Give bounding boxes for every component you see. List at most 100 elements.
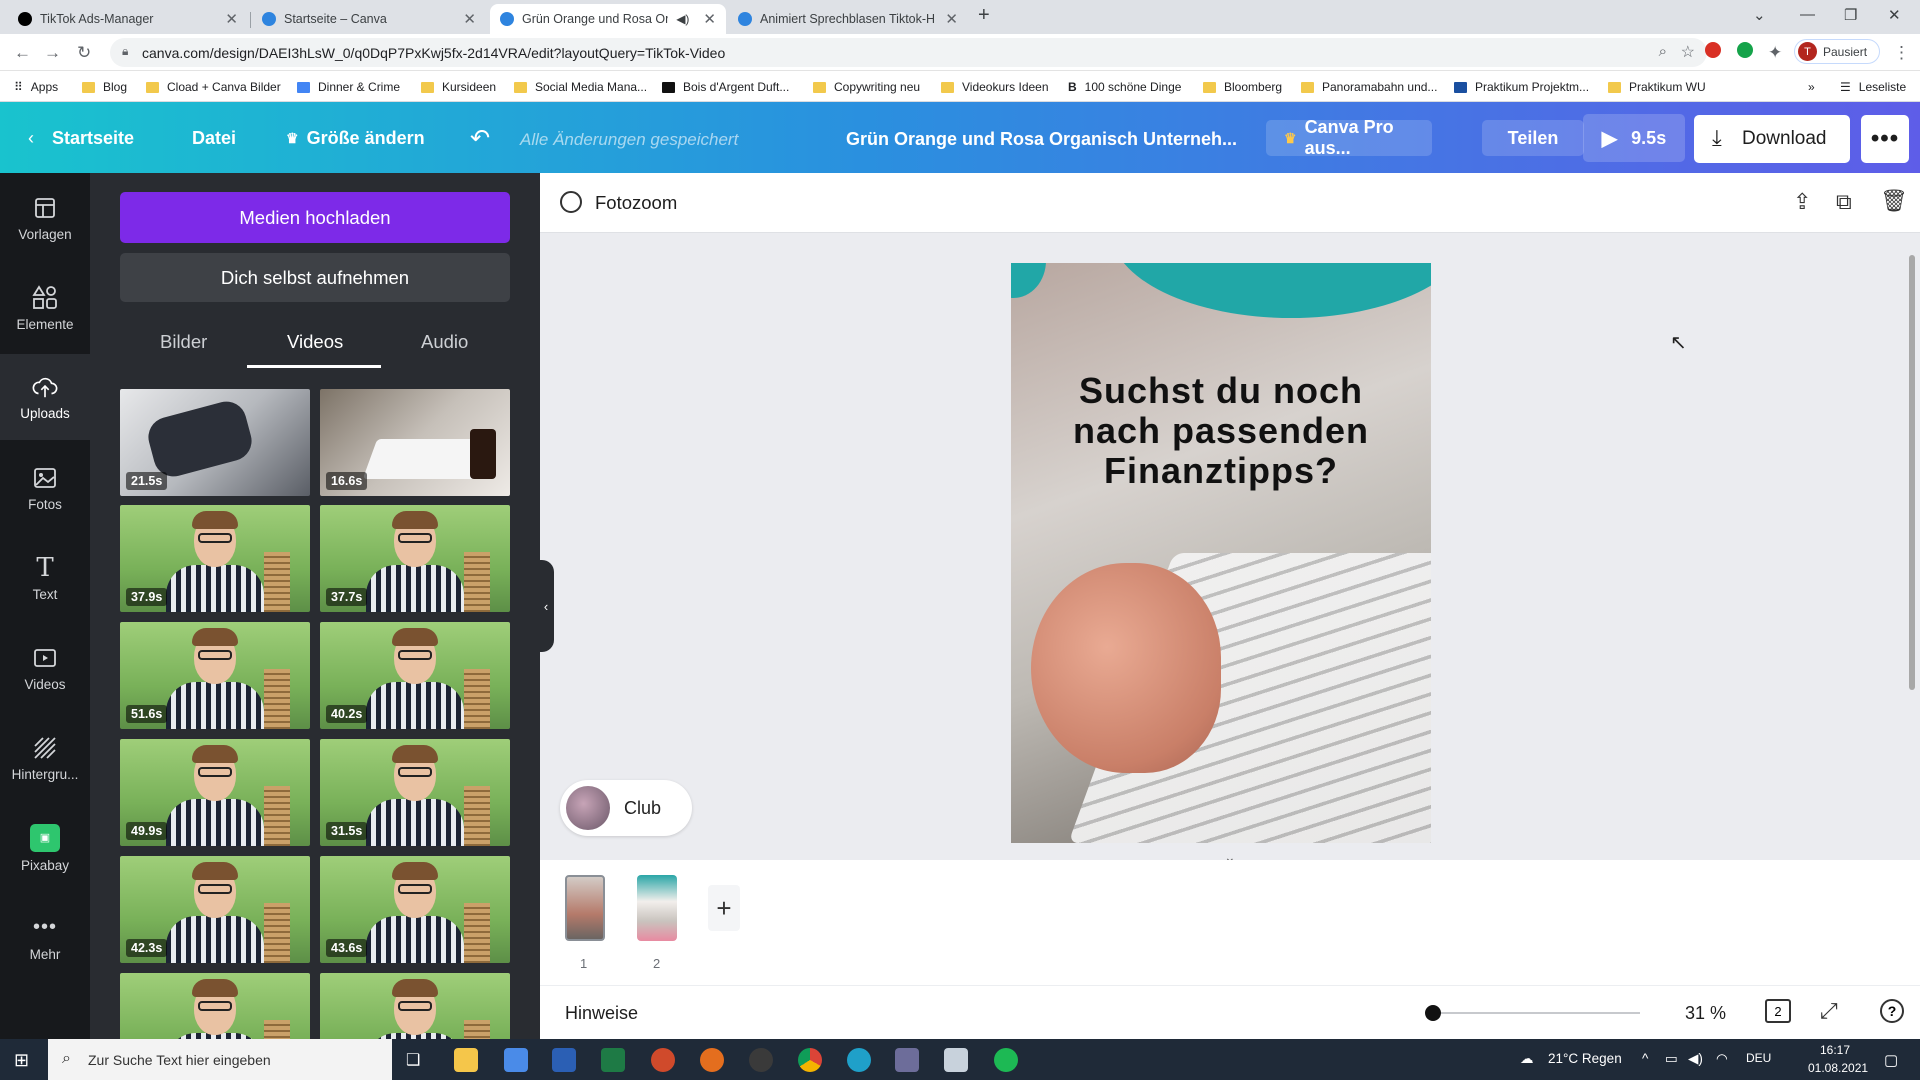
club-chip[interactable]: Club — [560, 780, 692, 836]
close-tab-icon[interactable]: ✕ — [463, 10, 476, 28]
video-thumbnail[interactable]: 16.6s — [320, 389, 510, 496]
video-thumbnail[interactable]: 40.2s — [320, 622, 510, 729]
bookmark-copywriting[interactable]: Copywriting neu — [813, 80, 920, 94]
more-options-button[interactable]: ••• — [1861, 115, 1909, 163]
tray-overflow-icon[interactable]: ^ — [1642, 1051, 1648, 1066]
reading-list[interactable]: ☰ Leseliste — [1840, 80, 1906, 94]
input-language[interactable]: DEU — [1746, 1051, 1771, 1065]
video-thumbnail[interactable]: 31.5s — [320, 739, 510, 846]
bookmark-100[interactable]: B 100 schöne Dinge — [1068, 80, 1181, 94]
notepad-icon[interactable] — [944, 1048, 968, 1072]
bookmark-star-icon[interactable]: ☆ — [1681, 42, 1695, 62]
video-thumbnail[interactable] — [120, 973, 310, 1039]
headline-text[interactable]: Suchst du noch nach passenden Finanztipp… — [1041, 371, 1401, 491]
resize-button[interactable]: ♛ Größe ändern — [286, 120, 425, 156]
add-page-icon[interactable]: ⇪ — [1793, 189, 1811, 215]
bookmark-videokurs[interactable]: Videokurs Ideen — [941, 80, 1049, 94]
video-thumbnail[interactable]: 37.9s — [120, 505, 310, 612]
zoom-icon[interactable]: ⌕ — [1659, 43, 1667, 60]
file-menu-button[interactable]: Datei — [192, 120, 236, 156]
bookmark-bois[interactable]: Bois d'Argent Duft... — [662, 80, 789, 94]
close-tab-icon[interactable]: ✕ — [225, 10, 238, 28]
page-thumbnail-2[interactable] — [637, 875, 677, 941]
app-icon[interactable] — [895, 1048, 919, 1072]
rail-item-elements[interactable]: Elemente — [0, 265, 90, 351]
video-thumbnail[interactable]: 37.7s — [320, 505, 510, 612]
bookmark-praktikum-wu[interactable]: Praktikum WU — [1608, 80, 1706, 94]
document-title[interactable]: Grün Orange und Rosa Organisch Unterneh.… — [846, 129, 1237, 150]
excel-icon[interactable] — [601, 1048, 625, 1072]
zoom-slider[interactable] — [1430, 1012, 1640, 1014]
video-thumbnail[interactable]: 49.9s — [120, 739, 310, 846]
bookmark-praktikum-pm[interactable]: Praktikum Projektm... — [1454, 80, 1589, 94]
chrome-menu-icon[interactable]: ⋮ — [1893, 43, 1910, 63]
rail-item-templates[interactable]: Vorlagen — [0, 175, 90, 261]
restore-icon[interactable]: ❐ — [1844, 6, 1857, 24]
tab-images[interactable]: Bilder — [160, 331, 207, 353]
windows-start-icon[interactable]: ⊞ — [14, 1050, 29, 1071]
extensions-icon[interactable]: ✦ — [1768, 43, 1782, 63]
weather-icon[interactable]: ☁ — [1520, 1051, 1534, 1067]
video-thumbnail[interactable] — [320, 973, 510, 1039]
edge-icon[interactable] — [847, 1048, 871, 1072]
zoom-level[interactable]: 31 % — [1685, 1003, 1726, 1024]
canva-pro-button[interactable]: ♛ Canva Pro aus... — [1266, 117, 1432, 158]
rail-item-photos[interactable]: Fotos — [0, 445, 90, 531]
mail-icon[interactable] — [504, 1048, 528, 1072]
rail-item-background[interactable]: Hintergru... — [0, 715, 90, 801]
back-icon[interactable]: ← — [14, 43, 31, 63]
forward-icon[interactable]: → — [44, 43, 61, 63]
grammarly-icon[interactable] — [1737, 42, 1753, 58]
collapse-panel-button[interactable]: ‹ — [538, 560, 554, 652]
rail-item-text[interactable]: T Text — [0, 535, 90, 621]
tab-audio[interactable]: Audio — [421, 331, 468, 353]
close-window-icon[interactable]: ✕ — [1888, 6, 1901, 24]
wifi-icon[interactable]: ◠ — [1716, 1051, 1728, 1067]
upload-media-button[interactable]: Medien hochladen — [120, 192, 510, 243]
clock-time[interactable]: 16:17 — [1820, 1043, 1850, 1057]
present-button[interactable]: ▶ 9.5s — [1583, 114, 1685, 162]
bookmark-cload[interactable]: Cload + Canva Bilder — [146, 80, 281, 94]
browser-tab-tiktok[interactable]: TikTok Ads-Manager ✕ — [8, 4, 248, 34]
browser-tab-sprechblasen[interactable]: Animiert Sprechblasen Tiktok-H ✕ — [728, 4, 968, 34]
design-canvas[interactable]: Suchst du noch nach passenden Finanztipp… — [1011, 263, 1431, 843]
close-tab-icon[interactable]: ✕ — [703, 10, 716, 28]
new-tab-icon[interactable]: + — [978, 4, 990, 27]
vertical-scrollbar[interactable] — [1907, 243, 1917, 863]
page-thumbnail-1[interactable] — [565, 875, 605, 941]
duplicate-page-icon[interactable]: ⧉ — [1836, 189, 1852, 215]
notes-button[interactable]: Hinweise — [565, 1003, 638, 1024]
reload-icon[interactable]: ↻ — [77, 43, 91, 63]
word-icon[interactable] — [552, 1048, 576, 1072]
undo-icon[interactable]: ↶ — [470, 120, 490, 156]
browser-tab-active-design[interactable]: Grün Orange und Rosa Orga ◀) ✕ — [490, 4, 726, 34]
rail-item-videos[interactable]: Videos — [0, 625, 90, 711]
close-tab-icon[interactable]: ✕ — [945, 10, 958, 28]
bookmarks-overflow-icon[interactable]: » — [1808, 80, 1815, 94]
spotify-icon[interactable] — [994, 1048, 1018, 1072]
bookmark-apps[interactable]: ⠿ Apps — [14, 80, 58, 94]
scrollbar-thumb[interactable] — [1909, 255, 1915, 690]
task-view-icon[interactable]: ❑ — [406, 1050, 420, 1070]
network-icon[interactable]: ▭ — [1665, 1051, 1678, 1067]
bookmark-kursideen[interactable]: Kursideen — [421, 80, 496, 94]
record-yourself-button[interactable]: Dich selbst aufnehmen — [120, 253, 510, 302]
clock-date[interactable]: 01.08.2021 — [1808, 1061, 1868, 1075]
powerpoint-icon[interactable] — [651, 1048, 675, 1072]
video-thumbnail[interactable]: 43.6s — [320, 856, 510, 963]
minimize-icon[interactable]: — — [1800, 6, 1815, 23]
photo-zoom-label[interactable]: Fotozoom — [595, 192, 677, 214]
taskbar-search-input[interactable]: ⌕ Zur Suche Text hier eingeben — [48, 1039, 392, 1080]
file-explorer-icon[interactable] — [454, 1048, 478, 1072]
weather-status[interactable]: 21°C Regen — [1548, 1051, 1622, 1066]
profile-chip[interactable]: T Pausiert — [1794, 39, 1880, 64]
download-button[interactable]: ⤓ Download — [1694, 115, 1850, 163]
help-icon[interactable]: ? — [1880, 999, 1904, 1023]
video-thumbnail[interactable]: 21.5s — [120, 389, 310, 496]
fullscreen-icon[interactable]: ⤢ — [1820, 998, 1838, 1024]
rail-item-more[interactable]: ••• Mehr — [0, 895, 90, 981]
video-thumbnail[interactable]: 51.6s — [120, 622, 310, 729]
tab-search-icon[interactable]: ⌄ — [1753, 6, 1766, 24]
volume-icon[interactable]: ◀) — [1688, 1051, 1703, 1067]
share-button[interactable]: Teilen — [1482, 120, 1584, 156]
